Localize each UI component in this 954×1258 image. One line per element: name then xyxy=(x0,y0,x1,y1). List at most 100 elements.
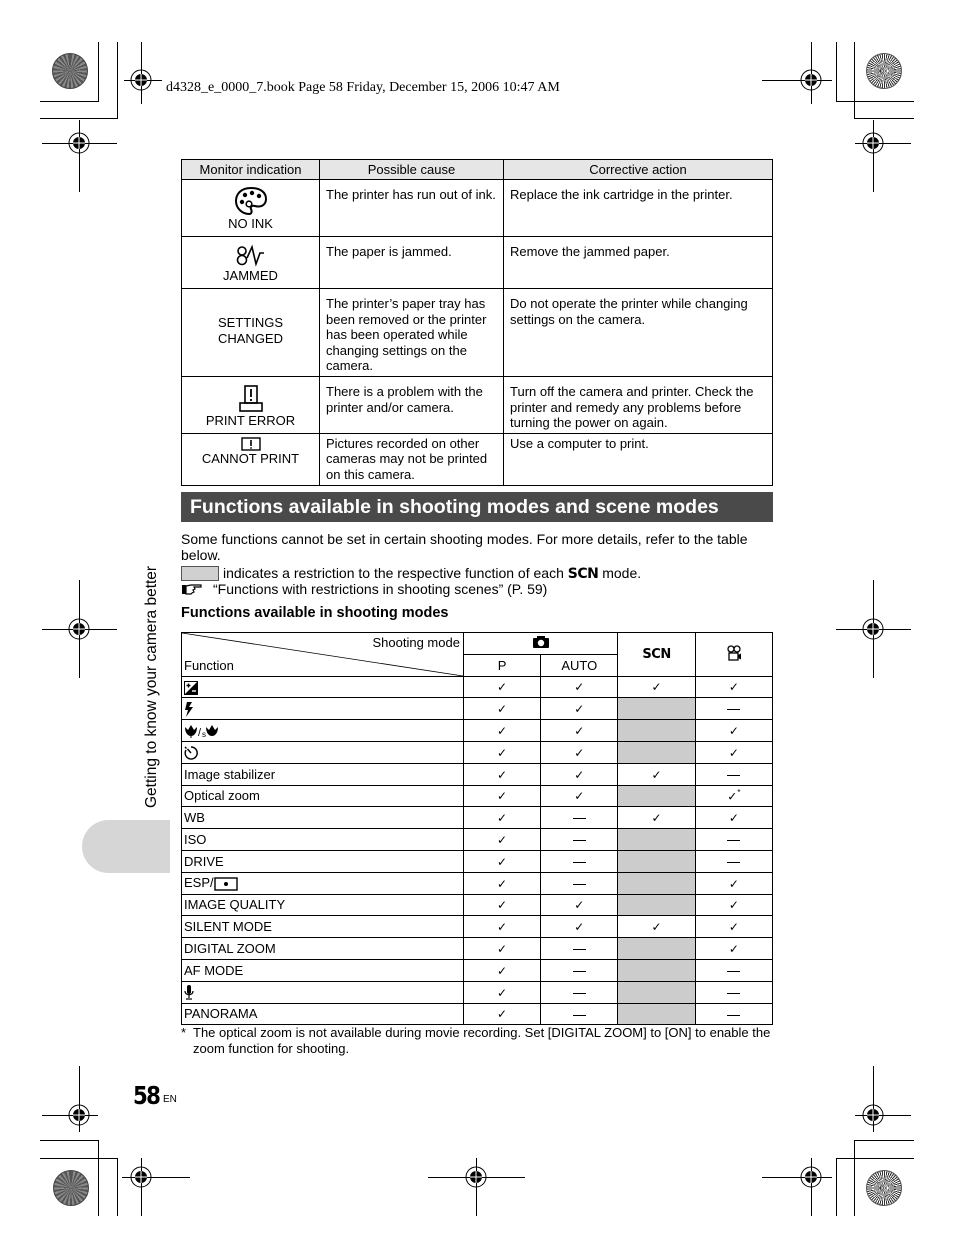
scn-restricted-cell xyxy=(617,937,696,960)
function-name: SILENT MODE xyxy=(181,915,464,939)
page-reference[interactable]: “Functions with restrictions in shooting… xyxy=(181,581,547,597)
table-row: WB ✓ ✓ ✓ xyxy=(181,806,774,830)
registration-mark-icon xyxy=(68,132,90,154)
checkmark-icon: ✓ xyxy=(728,920,739,935)
auto-available-cell: ✓ xyxy=(540,915,619,939)
checkmark-icon: ✓ xyxy=(497,811,508,826)
possible-cause: Pictures recorded on other cameras may n… xyxy=(319,432,504,486)
spot-metering-icon xyxy=(213,877,238,891)
checkmark-icon: ✓ xyxy=(574,680,585,695)
movie-available-cell: ✓ xyxy=(694,675,774,699)
monitor-indication: SETTINGS CHANGED xyxy=(181,288,320,377)
checkmark-icon: ✓ xyxy=(497,1007,508,1022)
indication-label: NO INK xyxy=(228,216,273,232)
auto-mode-header: AUTO xyxy=(540,653,619,677)
checkmark-icon: ✓ xyxy=(497,702,508,717)
table-row: IMAGE QUALITY ✓ ✓ ✓ xyxy=(181,893,774,917)
registration-mark-icon xyxy=(130,1166,152,1188)
dash-icon xyxy=(727,1014,741,1016)
function-label: IMAGE QUALITY xyxy=(184,897,286,913)
dash-icon xyxy=(572,818,586,820)
checkmark-icon: ✓ xyxy=(651,767,662,782)
scn-restricted-cell xyxy=(617,980,696,1004)
registration-mark-icon xyxy=(465,1166,487,1188)
movie-not-available-cell xyxy=(694,828,774,851)
corrective-action: Remove the jammed paper. xyxy=(503,236,773,289)
scn-mode-header: SCN xyxy=(617,632,696,677)
movie-mode-header xyxy=(694,632,774,677)
diagonal-header-cell: Shooting mode Function xyxy=(181,632,464,677)
movie-available-cell: ✓ xyxy=(694,893,774,917)
dash-icon xyxy=(727,970,741,972)
auto-available-cell: ✓ xyxy=(540,740,619,764)
table-row: PANORAMA ✓ xyxy=(181,1002,774,1026)
movie-not-available-cell xyxy=(694,762,774,786)
dash-icon xyxy=(572,861,586,863)
scn-restricted-cell xyxy=(617,740,696,764)
checkmark-icon: ✓ xyxy=(728,876,739,891)
p-available-cell: ✓ xyxy=(462,675,542,699)
p-available-cell: ✓ xyxy=(462,937,542,960)
auto-not-available-cell xyxy=(540,1002,619,1026)
movie-available-cell: ✓ xyxy=(694,740,774,764)
p-available-cell: ✓ xyxy=(462,740,542,764)
corrective-action: Replace the ink cartridge in the printer… xyxy=(503,179,773,237)
checkmark-icon: ✓ xyxy=(651,680,662,695)
table-row: ✓ xyxy=(181,980,774,1004)
table-header-row: Monitor indication Possible cause Correc… xyxy=(181,159,773,180)
monitor-indication: CANNOT PRINT xyxy=(181,432,320,486)
function-label: ISO xyxy=(184,832,207,848)
scn-label: SCN xyxy=(642,647,671,663)
column-header: Possible cause xyxy=(319,159,504,180)
registration-mark-icon xyxy=(130,69,152,91)
registration-mark-icon xyxy=(862,618,884,640)
monitor-indication: NO INK xyxy=(181,179,320,237)
table-row: CANNOT PRINT Pictures recorded on other … xyxy=(181,432,773,486)
table-row: SETTINGS CHANGED The printer’s paper tra… xyxy=(181,288,773,377)
dash-icon xyxy=(572,840,586,842)
dash-icon xyxy=(727,992,741,994)
function-label: DIGITAL ZOOM xyxy=(184,941,276,957)
color-wheel-icon xyxy=(866,1170,902,1206)
possible-cause: The paper is jammed. xyxy=(319,236,504,289)
print-error-icon xyxy=(238,385,263,412)
dash-icon xyxy=(572,883,586,885)
cannot-print-icon xyxy=(240,437,261,451)
auto-available-cell: ✓ xyxy=(540,675,619,699)
table-row: DRIVE ✓ xyxy=(181,849,774,873)
function-label: WB xyxy=(184,810,205,826)
checkmark-icon: ✓ xyxy=(497,745,508,760)
checkmark-icon: ✓ xyxy=(728,680,739,695)
function-name: Image stabilizer xyxy=(181,762,464,786)
svg-text:s: s xyxy=(202,730,206,738)
scn-restricted-cell xyxy=(617,871,696,895)
p-available-cell: ✓ xyxy=(462,980,542,1004)
footnote-marker: * xyxy=(181,1025,187,1040)
checkmark-icon: ✓ xyxy=(728,745,739,760)
dash-icon xyxy=(572,1014,586,1016)
legend-text: indicates a restriction to the respectiv… xyxy=(223,565,564,581)
scn-available-cell: ✓ xyxy=(617,762,696,786)
dash-icon xyxy=(727,774,741,776)
scn-restricted-cell xyxy=(617,849,696,873)
camera-mode-header xyxy=(462,632,619,655)
function-label: PANORAMA xyxy=(184,1006,258,1022)
p-available-cell: ✓ xyxy=(462,697,542,721)
shooting-mode-header: Shooting mode xyxy=(372,635,460,650)
scn-restricted-cell xyxy=(617,719,696,742)
no-ink-palette-icon xyxy=(234,187,267,216)
p-available-cell: ✓ xyxy=(462,893,542,917)
function-name xyxy=(181,980,464,1004)
registration-mark-icon xyxy=(800,1166,822,1188)
scn-available-cell: ✓ xyxy=(617,806,696,830)
book-info-header: d4328_e_0000_7.book Page 58 Friday, Dece… xyxy=(166,80,560,95)
indication-label: CANNOT PRINT xyxy=(201,450,300,466)
color-wheel-icon xyxy=(866,53,902,89)
checkmark-icon: ✓ xyxy=(497,963,508,978)
possible-cause: The printer has run out of ink. xyxy=(319,179,504,237)
scn-restricted-cell xyxy=(617,828,696,851)
p-mode-header: P xyxy=(462,653,542,677)
footnote-marker: * xyxy=(737,788,741,798)
checkmark-icon: ✓ xyxy=(497,767,508,782)
reference-link[interactable]: “Functions with restrictions in shooting… xyxy=(213,581,547,597)
